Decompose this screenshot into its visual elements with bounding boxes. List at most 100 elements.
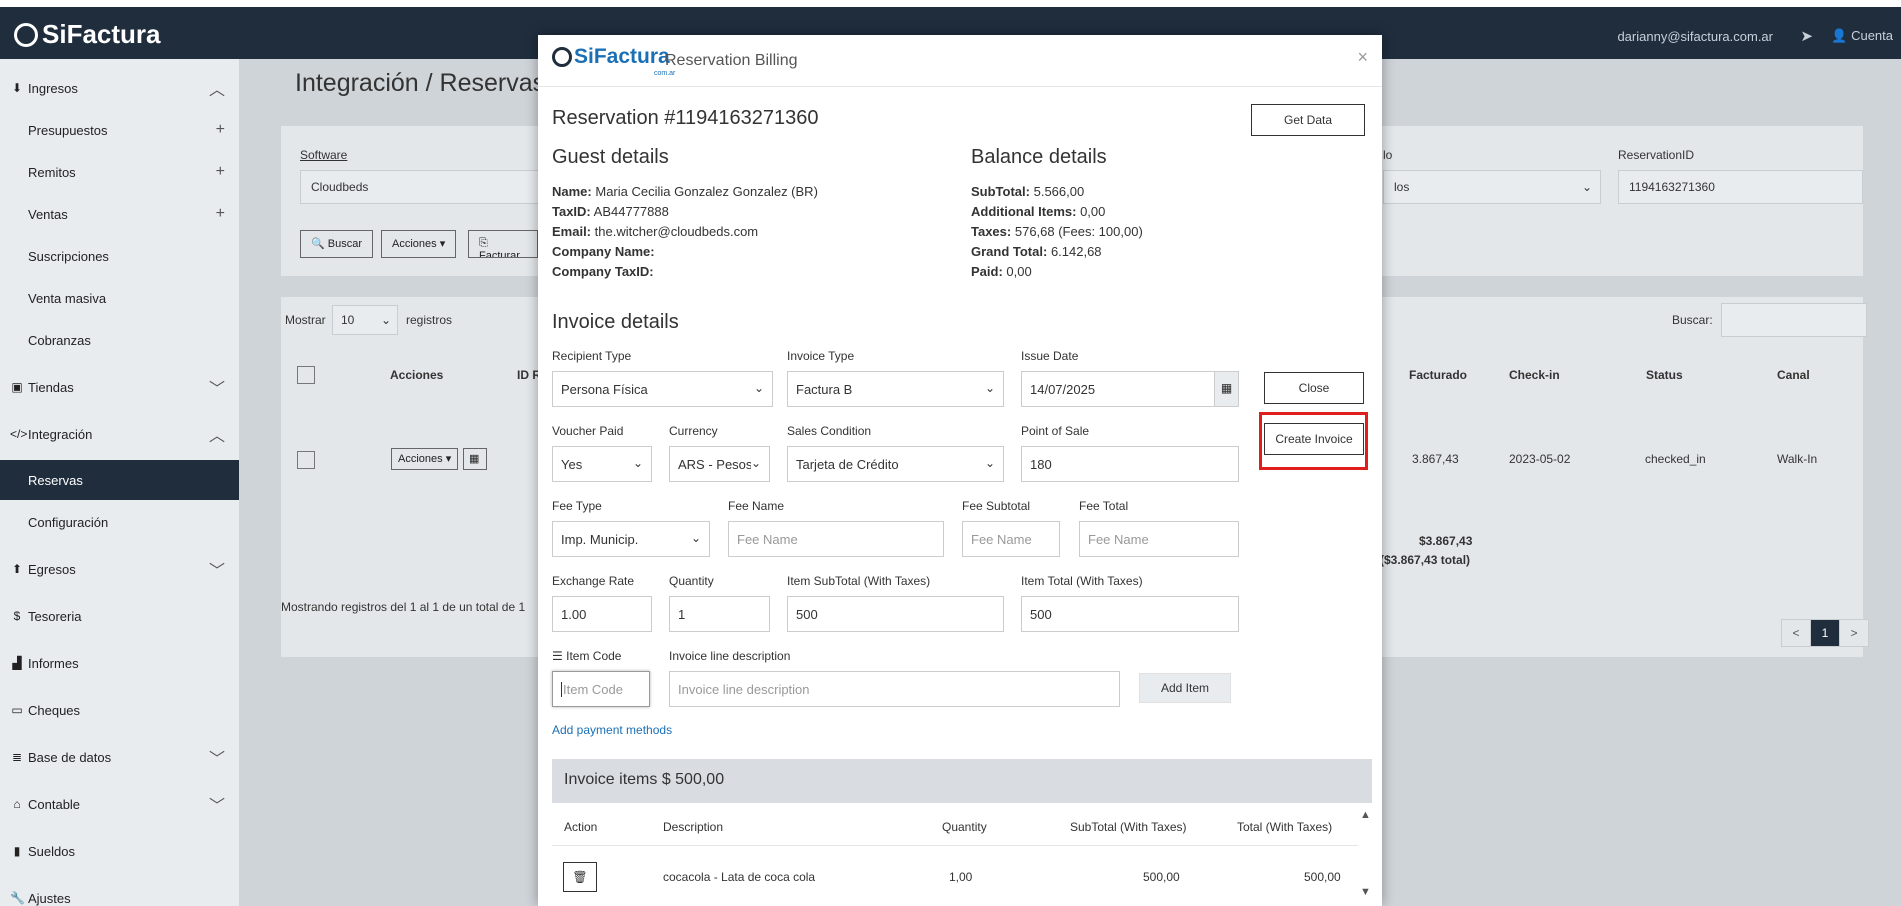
balance-additional-value: 0,00 — [1080, 204, 1106, 219]
user-email[interactable]: darianny@sifactura.com.ar — [1617, 29, 1773, 44]
recipient-type-select[interactable]: Persona Física ⌄ — [552, 371, 773, 407]
company-name-label: Company Name: — [552, 244, 655, 259]
calendar-icon[interactable]: ▦ — [463, 448, 487, 470]
fee-total-input[interactable]: Fee Name — [1079, 521, 1239, 557]
currency-select[interactable]: ARS - Pesos ⌄ — [669, 446, 770, 482]
fee-name-input[interactable]: Fee Name — [728, 521, 944, 557]
sales-condition-label: Sales Condition — [787, 424, 872, 438]
scroll-down-icon[interactable]: ▼ — [1360, 886, 1371, 898]
chevron-down-icon: ⌄ — [984, 381, 995, 395]
calendar-grid-icon[interactable]: ▦ — [1214, 372, 1238, 406]
sidebar-item-label: Contable — [28, 796, 81, 812]
sidebar-item-base-de-datos[interactable]: ≣ Base de datos ﹀ — [0, 737, 239, 777]
sidebar-item-tiendas[interactable]: ▣ Tiendas ﹀ — [0, 367, 239, 407]
guest-email-value: the.witcher@cloudbeds.com — [594, 224, 759, 239]
account-menu[interactable]: 👤 Cuenta — [1831, 28, 1893, 44]
voucher-paid-select[interactable]: Yes ⌄ — [552, 446, 652, 482]
balance-taxes-value: 576,68 (Fees: 100,00) — [1014, 224, 1143, 239]
sidebar-item-label: Tesoreria — [28, 608, 82, 624]
fee-type-select[interactable]: Imp. Municip. ⌄ — [552, 521, 710, 557]
software-select[interactable]: Cloudbeds — [300, 170, 550, 204]
sidebar-item-presupuestos[interactable]: Presupuestos + — [0, 110, 239, 150]
point-of-sale-label: Point of Sale — [1021, 424, 1090, 438]
add-item-button[interactable]: Add Item — [1139, 673, 1231, 703]
row-channel: Walk-In — [1777, 452, 1818, 466]
status-select[interactable]: los ⌄ — [1383, 170, 1601, 204]
sidebar: ⬇ Ingresos ︿ Presupuestos + Remitos + Ventas… — [0, 59, 239, 906]
pager-page-1[interactable]: 1 — [1810, 619, 1840, 647]
invoice-button[interactable]: ⎘ Facturar — [468, 230, 538, 258]
select-all-checkbox[interactable] — [297, 366, 315, 384]
plus-icon[interactable]: + — [216, 121, 225, 139]
item-total-input[interactable]: 500 — [1021, 596, 1239, 632]
sidebar-item-label: Egresos — [28, 561, 76, 577]
sidebar-item-label: Informes — [28, 655, 79, 671]
sidebar-item-label: Cobranzas — [28, 332, 91, 348]
pager-next[interactable]: > — [1839, 619, 1869, 647]
scroll-up-icon[interactable]: ▲ — [1360, 809, 1371, 821]
sidebar-item-contable[interactable]: ⌂ Contable ﹀ — [0, 784, 239, 824]
get-data-button[interactable]: Get Data — [1251, 104, 1365, 136]
quantity-input[interactable]: 1 — [669, 596, 770, 632]
sidebar-item-integracion[interactable]: </> Integración ︿ — [0, 414, 239, 454]
sidebar-item-ingresos[interactable]: ⬇ Ingresos ︿ — [0, 68, 239, 108]
fee-type-label: Fee Type — [552, 499, 602, 513]
dollar-icon: $ — [13, 609, 21, 623]
create-invoice-button[interactable]: Create Invoice — [1264, 423, 1364, 455]
card-icon: ▭ — [11, 703, 23, 717]
wrench-icon: 🔧 — [10, 891, 25, 905]
search-button[interactable]: 🔍 Buscar — [300, 230, 374, 258]
issue-date-input[interactable]: 14/07/2025 — [1021, 371, 1239, 407]
chevron-down-icon: ﹀ — [208, 798, 225, 815]
guest-name: Name: Maria Cecilia Gonzalez Gonzalez (B… — [552, 182, 818, 202]
page-size-select[interactable]: 10 ⌄ — [332, 305, 398, 335]
sidebar-item-venta-masiva[interactable]: Venta masiva — [0, 278, 239, 318]
invoice-type-select[interactable]: Factura B ⌄ — [787, 371, 1004, 407]
fee-subtotal-input[interactable]: Fee Name — [962, 521, 1060, 557]
plus-icon[interactable]: + — [216, 163, 225, 181]
brand-logo[interactable]: SiFactura — [14, 19, 161, 50]
add-payment-methods-link[interactable]: Add payment methods — [552, 723, 672, 737]
company-name: Company Name: — [552, 242, 818, 262]
items-col-subtotal: SubTotal (With Taxes) — [1070, 820, 1187, 834]
sidebar-item-suscripciones[interactable]: Suscripciones — [0, 236, 239, 276]
sales-condition-select[interactable]: Tarjeta de Crédito ⌄ — [787, 446, 1004, 482]
col-actions[interactable]: Acciones — [390, 368, 443, 382]
row-actions-button[interactable]: Acciones ▾ — [391, 448, 459, 470]
actions-button[interactable]: Acciones ▾ — [381, 230, 457, 258]
sidebar-item-cheques[interactable]: ▭ Cheques — [0, 690, 239, 730]
col-status[interactable]: Status — [1646, 368, 1683, 382]
plus-icon[interactable]: + — [216, 205, 225, 223]
table-search-input[interactable] — [1721, 303, 1867, 337]
row-checkbox[interactable] — [297, 451, 315, 469]
chevron-down-icon: ﹀ — [208, 381, 225, 398]
paper-plane-icon[interactable]: ➤ — [1800, 27, 1813, 45]
item-code-input[interactable]: Item Code — [552, 671, 650, 707]
sidebar-item-tesoreria[interactable]: $ Tesoreria — [0, 596, 239, 636]
sidebar-item-remitos[interactable]: Remitos + — [0, 152, 239, 192]
col-channel[interactable]: Canal — [1777, 368, 1810, 382]
sidebar-item-ventas[interactable]: Ventas + — [0, 194, 239, 234]
items-col-description: Description — [663, 820, 724, 834]
reservation-id-input[interactable]: 1194163271360 — [1618, 170, 1863, 204]
item-subtotal: 500,00 — [1143, 870, 1180, 884]
line-description-input[interactable]: Invoice line description — [669, 671, 1120, 707]
account-label: Cuenta — [1851, 28, 1893, 43]
point-of-sale-input[interactable]: 180 — [1021, 446, 1239, 482]
close-button[interactable]: Close — [1264, 372, 1364, 404]
sidebar-item-egresos[interactable]: ⬆ Egresos ﹀ — [0, 549, 239, 589]
sidebar-item-cobranzas[interactable]: Cobranzas — [0, 320, 239, 360]
close-icon[interactable]: × — [1357, 47, 1368, 68]
col-checkin[interactable]: Check-in — [1509, 368, 1560, 382]
pager-prev[interactable]: < — [1781, 619, 1811, 647]
item-subtotal-input[interactable]: 500 — [787, 596, 1004, 632]
delete-item-button[interactable]: 🗑 — [563, 862, 597, 892]
sidebar-item-sueldos[interactable]: ▮ Sueldos — [0, 831, 239, 871]
recipient-type-value: Persona Física — [561, 382, 648, 397]
sidebar-item-informes[interactable]: ▟ Informes — [0, 643, 239, 683]
sidebar-item-ajustes[interactable]: 🔧 Ajustes — [0, 878, 239, 906]
sidebar-item-configuracion[interactable]: Configuración — [0, 502, 239, 542]
exchange-rate-input[interactable]: 1.00 — [552, 596, 652, 632]
col-invoiced[interactable]: Facturado — [1409, 368, 1467, 382]
sidebar-item-reservas[interactable]: Reservas — [0, 460, 239, 500]
